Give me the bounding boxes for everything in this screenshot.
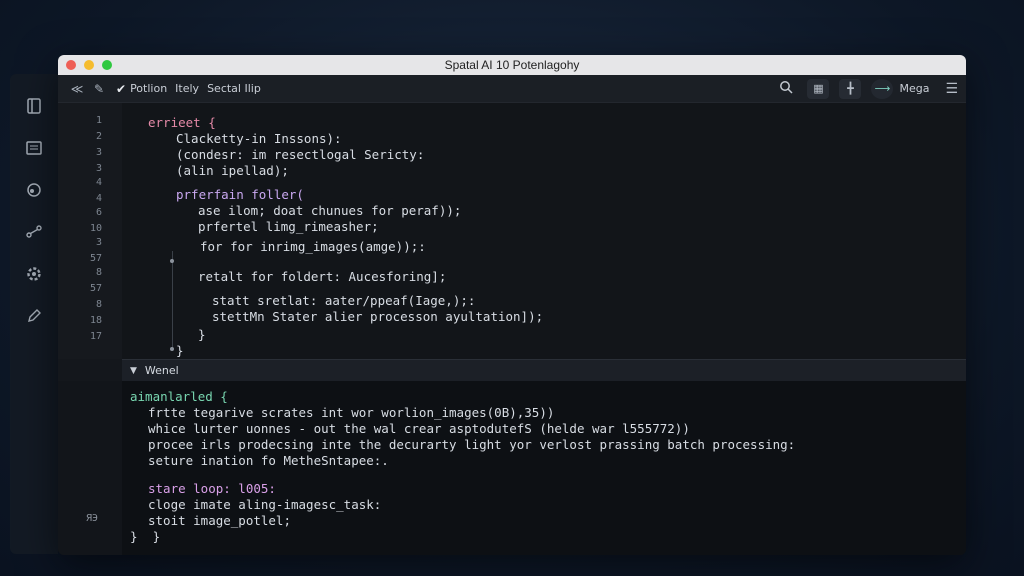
code-line: prferfain foller( xyxy=(176,187,304,202)
code-line: } xyxy=(198,327,206,342)
line-number: 57 xyxy=(89,253,102,264)
pencil-icon[interactable] xyxy=(22,304,46,328)
line-number: 2 xyxy=(95,131,102,142)
back-icon[interactable]: ≪ xyxy=(66,82,88,96)
indent-guide xyxy=(172,251,173,351)
code-line: ase ilom; doat chunues for peraf)); xyxy=(198,203,462,218)
fold-marker[interactable] xyxy=(170,259,174,263)
code-line: errieet { xyxy=(148,115,216,130)
hamburger-menu-icon[interactable]: ☰ xyxy=(945,81,958,97)
line-number: 10 xyxy=(89,223,102,234)
menu-item-sectal-ilip[interactable]: Sectal Ilip xyxy=(207,82,261,95)
link-icon[interactable]: ✎ xyxy=(88,82,110,96)
window-title: Spatal AI 10 Potenlagohy xyxy=(444,58,580,72)
line-number: 1 xyxy=(95,115,102,126)
terminal-line: aimanlarled { xyxy=(130,389,228,404)
user-menu[interactable]: Mega xyxy=(899,82,929,95)
desktop-background: Spatal AI 10 Potenlagohy ≪ ✎ ✔ Potlion I… xyxy=(0,0,1024,576)
terminal-line: procee irls prodecsing inte the decurart… xyxy=(148,437,796,452)
sync-status-button[interactable]: ⟶ xyxy=(871,78,894,99)
line-number: 8 xyxy=(95,267,102,278)
explorer-icon[interactable] xyxy=(22,94,46,118)
code-line: stettMn Stater alier processon ayultatio… xyxy=(212,309,544,324)
code-line: } xyxy=(176,343,184,358)
line-number: 57 xyxy=(89,283,102,294)
menu-item-potlion[interactable]: Potlion xyxy=(130,82,167,95)
toolbar: ≪ ✎ ✔ Potlion Itely Sectal Ilip ▦ ╋ ⟶ Me… xyxy=(58,75,966,103)
terminal-line: stoit image_potlel; xyxy=(148,513,291,528)
terminal-panel[interactable]: ЯЭ aimanlarled { frtte tegarive scrates … xyxy=(58,381,966,555)
document-icon[interactable] xyxy=(22,136,46,160)
line-number: 6 xyxy=(95,207,102,218)
search-icon[interactable] xyxy=(775,80,797,97)
gutter-marker: ЯЭ xyxy=(86,513,99,524)
code-line: statt sretlat: aater/ppeaf(Iage,);: xyxy=(212,293,476,308)
terminal-line: whice lurter uonnes - out the wal crear … xyxy=(148,421,690,436)
panel-header[interactable]: ▼ Wenel xyxy=(122,359,966,381)
layout-grid-button[interactable]: ▦ xyxy=(807,78,830,99)
source-control-icon[interactable] xyxy=(22,220,46,244)
line-number: 8 xyxy=(95,299,102,310)
line-number: 17 xyxy=(89,331,102,342)
code-line: prfertel limg_rimeasher; xyxy=(198,219,379,234)
code-line: for for inrimg_images(amge));: xyxy=(200,239,426,254)
code-line: retalt for foldert: Aucesforing]; xyxy=(198,269,447,284)
terminal-line: stare loop: l005: xyxy=(148,481,276,496)
code-line: (alin ipellad); xyxy=(176,163,289,178)
title-bar: Spatal AI 10 Potenlagohy xyxy=(58,55,966,75)
extensions-icon[interactable] xyxy=(22,178,46,202)
code-line: Clacketty-in Inssons): xyxy=(176,131,342,146)
terminal-line: seture ination fo MetheSntapee:. xyxy=(148,453,389,468)
chevron-down-icon[interactable]: ▼ xyxy=(130,366,137,376)
panel-title: Wenel xyxy=(144,364,179,377)
terminal-line: frtte tegarive scrates int wor worlion_i… xyxy=(148,405,555,420)
settings-gear-icon[interactable] xyxy=(22,262,46,286)
code-area[interactable]: errieet { Clacketty-in Inssons): (condes… xyxy=(122,103,966,359)
line-number: 3 xyxy=(95,147,102,158)
fold-marker[interactable] xyxy=(170,347,174,351)
line-number: 3 xyxy=(95,163,102,174)
split-editor-button[interactable]: ╋ xyxy=(839,78,862,99)
line-number-gutter: 1 2 3 3 4 4 6 10 3 57 8 57 8 18 17 xyxy=(58,103,122,359)
terminal-gutter xyxy=(58,381,122,555)
check-icon: ✔ xyxy=(116,81,127,96)
line-number: 4 xyxy=(95,177,102,188)
code-line: (condesr: im resectlogal Sericty: xyxy=(176,147,425,162)
terminal-line: cloge imate aling-imagesc_task: xyxy=(148,497,382,512)
editor-window: Spatal AI 10 Potenlagohy ≪ ✎ ✔ Potlion I… xyxy=(58,55,966,555)
line-number: 3 xyxy=(95,237,102,248)
code-editor[interactable]: 1 2 3 3 4 4 6 10 3 57 8 57 8 18 17 errie… xyxy=(58,103,966,359)
menu-item-itely[interactable]: Itely xyxy=(175,82,199,95)
line-number: 18 xyxy=(89,315,102,326)
line-number: 4 xyxy=(95,193,102,204)
activity-bar xyxy=(10,74,58,554)
terminal-line: } } xyxy=(130,529,161,544)
